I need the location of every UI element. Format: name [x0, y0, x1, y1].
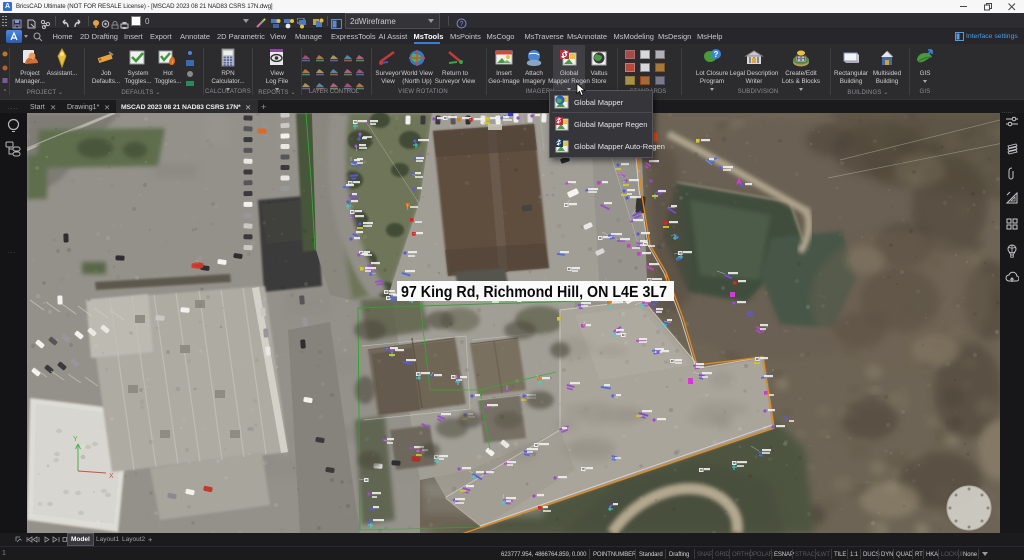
svg-text:Y: Y: [73, 436, 78, 443]
svg-text:?: ?: [460, 21, 464, 28]
svg-text:97 King Rd, Richmond Hill, ON: 97 King Rd, Richmond Hill, ON L4E 3L7: [401, 284, 667, 301]
svg-text:X: X: [109, 473, 114, 480]
svg-text:?: ?: [714, 50, 719, 59]
svg-text:HH: HH: [797, 57, 806, 63]
